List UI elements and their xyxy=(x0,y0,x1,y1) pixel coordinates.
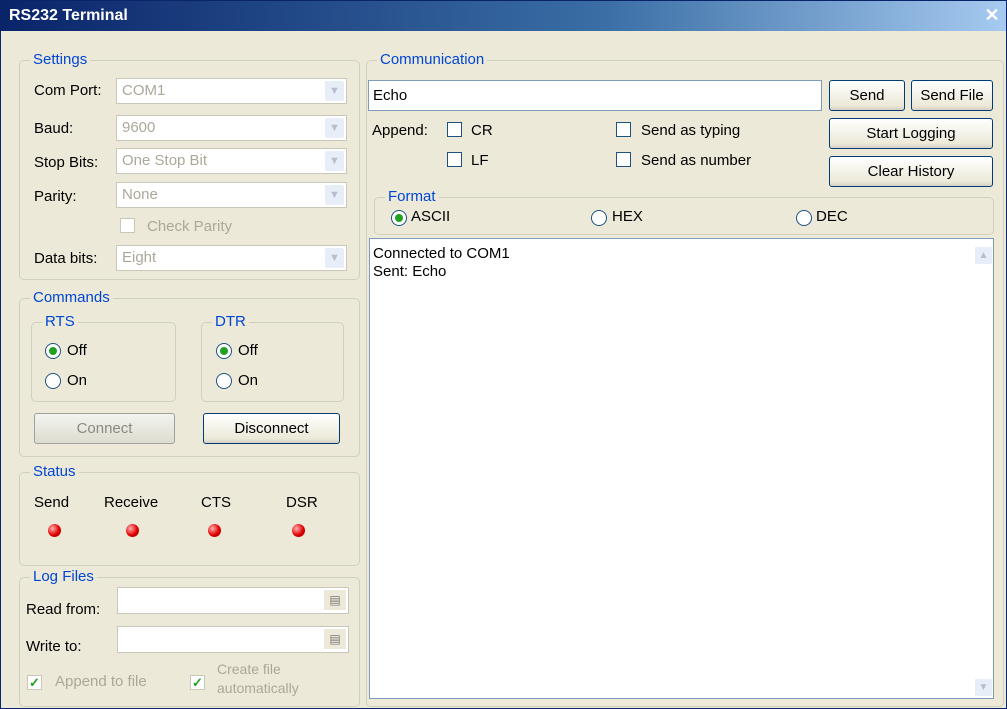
dtr-group: DTR xyxy=(201,313,344,402)
write-to-field[interactable]: ▤ xyxy=(117,626,349,653)
create-file-automatically-checkbox[interactable]: ✓ xyxy=(190,675,205,690)
append-to-file-label: Append to file xyxy=(55,673,147,690)
rts-group: RTS xyxy=(31,313,176,402)
status-dsr-label: DSR xyxy=(286,494,318,511)
receive-led-icon xyxy=(126,524,139,537)
format-legend: Format xyxy=(385,188,439,206)
connect-button[interactable]: Connect xyxy=(34,413,175,444)
send-as-number-label: Send as number xyxy=(641,152,752,169)
rts-legend: RTS xyxy=(42,313,78,331)
lf-label: LF xyxy=(471,152,489,169)
send-as-typing-checkbox[interactable] xyxy=(616,122,631,137)
send-button[interactable]: Send xyxy=(829,80,905,111)
cr-checkbox[interactable] xyxy=(447,122,462,137)
read-from-label: Read from: xyxy=(26,601,101,618)
title-bar[interactable]: RS232 Terminal ✕ xyxy=(1,1,1006,31)
start-logging-button[interactable]: Start Logging xyxy=(829,118,993,149)
history-line: Sent: Echo xyxy=(373,263,447,280)
window-title: RS232 Terminal xyxy=(9,7,128,24)
commands-legend: Commands xyxy=(30,289,113,307)
com-port-value: COM1 xyxy=(122,82,166,99)
data-bits-select[interactable]: Eight ▼ xyxy=(116,245,347,271)
rts-on-radio[interactable] xyxy=(45,373,61,389)
clear-history-button[interactable]: Clear History xyxy=(829,156,993,187)
log-files-legend: Log Files xyxy=(30,568,97,586)
hex-radio[interactable] xyxy=(591,210,607,226)
dec-radio[interactable] xyxy=(796,210,812,226)
rts-off-label: Off xyxy=(67,342,87,359)
ascii-radio[interactable] xyxy=(391,210,407,226)
stop-bits-select[interactable]: One Stop Bit ▼ xyxy=(116,148,347,174)
status-group: Status xyxy=(19,463,360,566)
chevron-down-icon[interactable]: ▼ xyxy=(325,81,344,101)
send-led-icon xyxy=(48,524,61,537)
close-icon[interactable]: ✕ xyxy=(981,5,1003,26)
dtr-off-radio[interactable] xyxy=(216,343,232,359)
chevron-down-icon[interactable]: ▼ xyxy=(325,151,344,171)
folder-open-icon[interactable]: ▤ xyxy=(324,629,346,649)
chevron-down-icon[interactable]: ▼ xyxy=(325,118,344,138)
chevron-down-icon[interactable]: ▼ xyxy=(325,248,344,268)
history-line: Connected to COM1 xyxy=(373,245,510,262)
history-log[interactable]: Connected to COM1 Sent: Echo ▲ ▼ xyxy=(369,238,994,699)
parity-label: Parity: xyxy=(34,188,77,205)
data-bits-label: Data bits: xyxy=(34,250,98,267)
rts-on-label: On xyxy=(67,372,88,389)
send-text-input[interactable]: Echo xyxy=(368,80,822,111)
baud-value: 9600 xyxy=(122,119,156,136)
ascii-label: ASCII xyxy=(411,208,451,225)
dec-label: DEC xyxy=(816,208,848,225)
check-parity-checkbox[interactable] xyxy=(120,218,135,233)
stop-bits-value: One Stop Bit xyxy=(122,152,208,169)
baud-label: Baud: xyxy=(34,120,74,137)
scroll-down-icon[interactable]: ▼ xyxy=(975,679,992,696)
send-as-number-checkbox[interactable] xyxy=(616,152,631,167)
status-receive-label: Receive xyxy=(104,494,159,511)
scroll-up-icon[interactable]: ▲ xyxy=(975,247,992,264)
create-file-label-line2: automatically xyxy=(217,680,299,696)
stop-bits-label: Stop Bits: xyxy=(34,154,99,171)
dtr-on-label: On xyxy=(238,372,259,389)
rs232-terminal-window: RS232 Terminal ✕ Settings Com Port: COM1… xyxy=(0,0,1007,709)
status-cts-label: CTS xyxy=(201,494,231,511)
append-to-file-checkbox[interactable]: ✓ xyxy=(27,675,42,690)
cr-label: CR xyxy=(471,122,493,139)
communication-legend: Communication xyxy=(377,51,488,69)
parity-value: None xyxy=(122,186,158,203)
read-from-field[interactable]: ▤ xyxy=(117,587,349,614)
check-parity-label: Check Parity xyxy=(147,218,233,235)
send-text-value: Echo xyxy=(373,87,408,104)
com-port-label: Com Port: xyxy=(34,82,102,99)
com-port-select[interactable]: COM1 ▼ xyxy=(116,78,347,104)
send-as-typing-label: Send as typing xyxy=(641,122,741,139)
baud-select[interactable]: 9600 ▼ xyxy=(116,115,347,141)
settings-legend: Settings xyxy=(30,51,91,69)
append-label: Append: xyxy=(372,122,428,139)
lf-checkbox[interactable] xyxy=(447,152,462,167)
dsr-led-icon xyxy=(292,524,305,537)
cts-led-icon xyxy=(208,524,221,537)
data-bits-value: Eight xyxy=(122,249,157,266)
rts-off-radio[interactable] xyxy=(45,343,61,359)
format-group: Format xyxy=(374,188,994,235)
chevron-down-icon[interactable]: ▼ xyxy=(325,185,344,205)
status-send-label: Send xyxy=(34,494,70,511)
create-file-label-line1: Create file xyxy=(217,661,281,677)
dtr-off-label: Off xyxy=(238,342,258,359)
dtr-legend: DTR xyxy=(212,313,249,331)
dtr-on-radio[interactable] xyxy=(216,373,232,389)
write-to-label: Write to: xyxy=(26,638,82,655)
hex-label: HEX xyxy=(612,208,643,225)
disconnect-button[interactable]: Disconnect xyxy=(203,413,340,444)
send-file-button[interactable]: Send File xyxy=(911,80,993,111)
status-legend: Status xyxy=(30,463,79,481)
parity-select[interactable]: None ▼ xyxy=(116,182,347,208)
folder-open-icon[interactable]: ▤ xyxy=(324,590,346,610)
